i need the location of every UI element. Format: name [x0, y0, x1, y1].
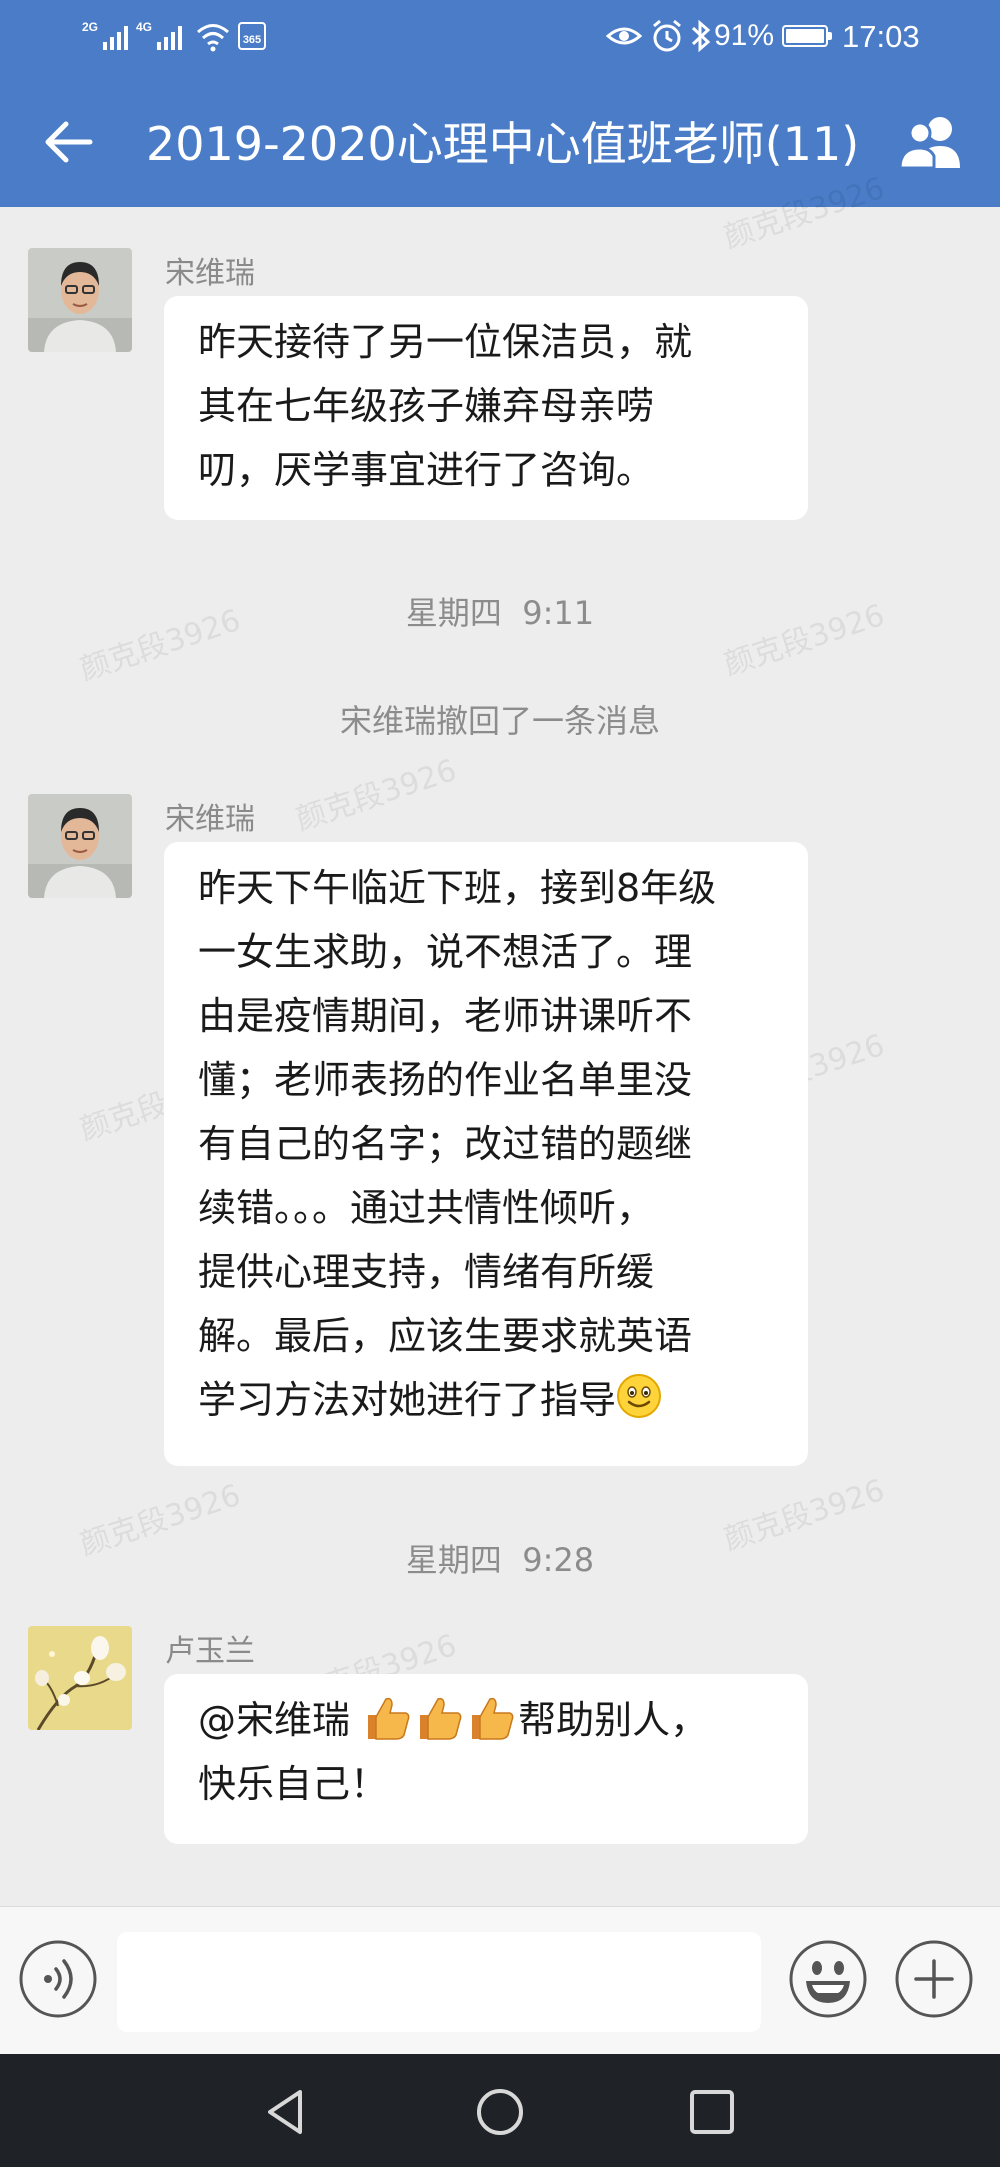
- signal-icon: 4G: [136, 20, 183, 50]
- message-line: 提供心理支持，情绪有所缓: [198, 1250, 655, 1294]
- sender-name: 宋维瑞: [165, 802, 255, 837]
- eye-icon: [606, 27, 642, 45]
- avatar[interactable]: [28, 248, 132, 352]
- thumbs-up-emoji-icon: [420, 1697, 462, 1740]
- avatar[interactable]: [28, 794, 132, 898]
- person-photo-icon: [28, 248, 132, 352]
- message-line: 快乐自己！: [198, 1762, 389, 1806]
- thumbs-up-emoji-icon: [368, 1697, 410, 1740]
- sender-name: 卢玉兰: [165, 1634, 255, 1669]
- chat-title: 2019-2020心理中心值班老师(11): [146, 117, 860, 171]
- message-line: 续错。。。通过共情性倾听，: [198, 1186, 655, 1230]
- nav-back-icon[interactable]: [256, 2082, 316, 2142]
- message-line: 由是疫情期间，老师讲课听不: [198, 994, 693, 1038]
- message-line: 解。最后，应该生要求就英语: [198, 1314, 693, 1358]
- title-bar: 2019-2020心理中心值班老师(11): [0, 76, 1000, 207]
- clock: 17:03: [842, 19, 920, 54]
- smile-emoji-icon: [617, 1374, 662, 1418]
- back-arrow-icon[interactable]: [40, 114, 96, 170]
- message-line: 昨天接待了另一位保洁员，就: [198, 320, 693, 364]
- recall-notice: 宋维瑞撤回了一条消息: [339, 702, 660, 740]
- message-text: 帮助别人，: [518, 1698, 709, 1742]
- message-line: @宋维瑞 帮助别人，: [198, 1688, 776, 1752]
- group-members-icon[interactable]: [896, 114, 966, 170]
- signal-icon: 2G: [82, 20, 129, 50]
- battery-icon: [782, 25, 832, 47]
- message-line: 懂；老师表扬的作业名单里没: [198, 1058, 693, 1102]
- wifi-icon: [197, 24, 229, 52]
- message-bubble[interactable]: @宋维瑞 帮助别人， 快乐自己！: [164, 1674, 808, 1844]
- sender-name: 宋维瑞: [165, 256, 255, 291]
- message-input[interactable]: [117, 1932, 761, 2032]
- avatar[interactable]: [28, 1626, 132, 1730]
- message-line: 一女生求助，说不想活了。理: [198, 930, 693, 974]
- input-bar: [0, 1906, 1000, 2055]
- calendar-icon: 365: [238, 22, 266, 50]
- timestamp: 星期四 9:28: [405, 1541, 595, 1579]
- flower-photo-icon: [28, 1626, 132, 1730]
- message-line: 其在七年级孩子嫌弃母亲唠: [198, 384, 655, 428]
- thumbs-up-emoji-icon: [472, 1697, 514, 1740]
- status-bar: 2G 4G 365 91% 17:03: [0, 0, 1000, 76]
- plus-icon[interactable]: [894, 1939, 974, 2019]
- nav-home-icon[interactable]: [470, 2082, 530, 2142]
- voice-icon[interactable]: [18, 1939, 98, 2019]
- person-photo-icon: [28, 794, 132, 898]
- message-bubble[interactable]: 昨天下午临近下班，接到8年级 一女生求助，说不想活了。理 由是疫情期间，老师讲课…: [164, 842, 808, 1466]
- message-line: 昨天下午临近下班，接到8年级: [198, 866, 717, 910]
- nav-recents-icon[interactable]: [682, 2082, 742, 2142]
- message-line: 学习方法对她进行了指导: [198, 1368, 776, 1432]
- message-line: 有自己的名字；改过错的题继: [198, 1122, 693, 1166]
- message-text: 学习方法对她进行了指导: [198, 1378, 617, 1422]
- alarm-icon: [653, 19, 681, 52]
- top-bar: 2G 4G 365 91% 17:03 2019-2020心理中心值班老师(11…: [0, 0, 1000, 207]
- battery-percent: 91%: [714, 19, 775, 52]
- system-nav-bar: [0, 2054, 1000, 2167]
- emoji-icon[interactable]: [788, 1939, 868, 2019]
- bluetooth-icon: [691, 19, 711, 53]
- watermark: 颜克段3926: [291, 752, 461, 838]
- message-line: 叨，厌学事宜进行了咨询。: [198, 448, 655, 492]
- message-bubble[interactable]: 昨天接待了另一位保洁员，就 其在七年级孩子嫌弃母亲唠 叨，厌学事宜进行了咨询。: [164, 296, 808, 520]
- mention-text: @宋维瑞: [198, 1698, 363, 1742]
- timestamp: 星期四 9:11: [405, 594, 595, 632]
